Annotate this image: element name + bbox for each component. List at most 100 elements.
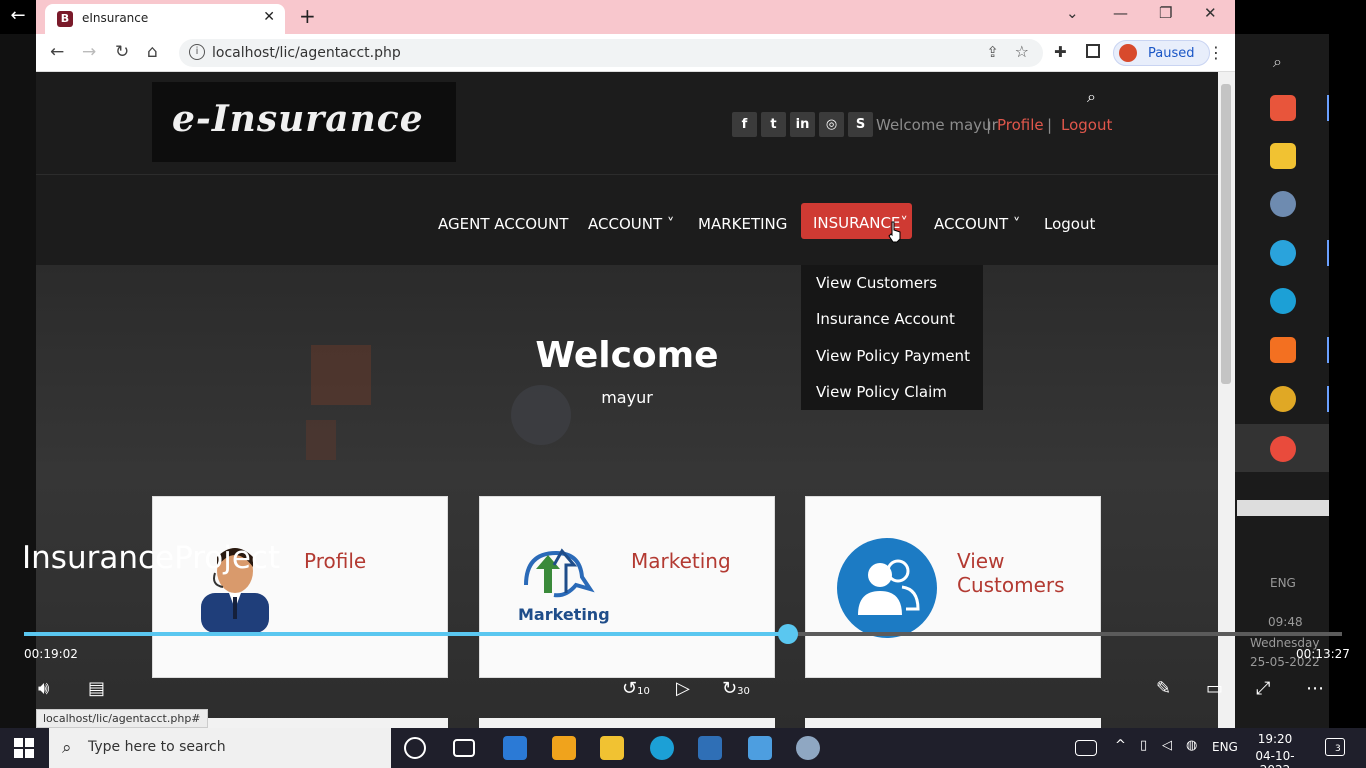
tab-close-icon[interactable]: ✕ xyxy=(263,9,275,25)
tray-chevron-icon[interactable]: ^ xyxy=(1115,738,1126,753)
card-title-marketing: Marketing xyxy=(631,549,731,573)
volume-icon[interactable]: 🔊︎ xyxy=(38,678,49,699)
seek-handle[interactable] xyxy=(778,624,798,644)
menu-item-insurance-account[interactable]: Insurance Account xyxy=(816,310,955,328)
tray-app-icon[interactable]: ▯ xyxy=(1140,738,1147,753)
reload-icon[interactable]: ↻ xyxy=(115,42,129,62)
nav-logout[interactable]: Logout xyxy=(1044,215,1095,233)
skip-forward-icon[interactable]: ↻30 xyxy=(722,678,750,699)
logout-link[interactable]: Logout xyxy=(1061,116,1112,134)
news-icon[interactable] xyxy=(1075,740,1097,756)
notification-count: 3 xyxy=(1335,744,1341,754)
nav-agent-account[interactable]: AGENT ACCOUNT xyxy=(438,215,568,233)
tab-favicon-icon: B xyxy=(57,11,73,27)
card-title-view-customers: View Customers xyxy=(957,549,1065,597)
window-close-icon[interactable]: ✕ xyxy=(1204,4,1217,22)
profile-card[interactable]: Profile xyxy=(152,496,448,678)
side-search-icon[interactable]: ⌕ xyxy=(1273,52,1282,72)
back-icon[interactable]: ← xyxy=(50,42,64,62)
pen-icon[interactable]: ✎ xyxy=(1156,678,1171,699)
store-icon[interactable] xyxy=(552,736,576,760)
browser-menu-icon[interactable]: ⋮ xyxy=(1208,43,1224,62)
home-icon[interactable]: ⌂ xyxy=(147,42,158,62)
taskbar-lang[interactable]: ENG xyxy=(1212,740,1238,754)
insurance-dropdown-menu: View Customers Insurance Account View Po… xyxy=(801,265,983,410)
nav-account-dropdown-2[interactable]: ACCOUNT ˅ xyxy=(934,215,1020,233)
file-explorer-icon[interactable] xyxy=(600,736,624,760)
taskbar-search-box[interactable]: ⌕ Type here to search xyxy=(49,728,391,768)
xampp-icon[interactable] xyxy=(1270,337,1296,363)
new-tab-icon[interactable]: + xyxy=(299,4,316,28)
chrome-icon[interactable] xyxy=(1270,436,1296,462)
forward-icon[interactable]: → xyxy=(82,42,96,62)
nav-marketing[interactable]: MARKETING xyxy=(698,215,787,233)
nav-account-label-2: ACCOUNT xyxy=(934,215,1009,233)
nav-account-dropdown[interactable]: ACCOUNT ˅ xyxy=(588,215,674,233)
address-bar: ← → ↻ ⌂ i localhost/lic/agentacct.php ⇪ … xyxy=(36,34,1235,72)
side-panel-icon[interactable] xyxy=(1086,44,1100,58)
tab-strip: B eInsurance ✕ + ⌄ — ❐ ✕ xyxy=(36,0,1235,34)
site-info-icon[interactable]: i xyxy=(189,44,205,60)
mail-icon[interactable] xyxy=(503,736,527,760)
bookmark-star-icon[interactable]: ☆ xyxy=(1015,42,1029,61)
nav-account-label: ACCOUNT xyxy=(588,215,663,233)
tab-search-chevron-icon[interactable]: ⌄ xyxy=(1066,4,1079,22)
taskbar-time[interactable]: 19:20 xyxy=(1250,732,1300,746)
scrollbar-thumb[interactable] xyxy=(1221,84,1231,384)
taskbar-date[interactable]: 04-10-2022 xyxy=(1243,749,1307,768)
folder-icon[interactable] xyxy=(1270,143,1296,169)
app-icon-hs[interactable] xyxy=(1270,386,1296,412)
linkedin-icon[interactable]: in xyxy=(790,112,815,137)
more-options-icon[interactable]: ⋯ xyxy=(1306,678,1324,699)
taskbar-search-placeholder: Type here to search xyxy=(88,739,226,755)
chevron-down-icon: ˅ xyxy=(662,215,675,233)
skip-back-icon[interactable]: ↺10 xyxy=(622,678,650,699)
volume-icon[interactable]: ◁ xyxy=(1162,738,1172,753)
menu-item-view-policy-payment[interactable]: View Policy Payment xyxy=(816,347,970,365)
outer-back-icon[interactable]: ← xyxy=(0,0,36,34)
page-scrollbar[interactable] xyxy=(1218,72,1235,728)
active-indicator xyxy=(1327,240,1329,266)
profile-link[interactable]: Profile xyxy=(997,116,1044,134)
share-icon[interactable]: ⇪ xyxy=(986,43,999,61)
extensions-puzzle-icon[interactable]: ✚ xyxy=(1054,43,1067,61)
task-view-icon[interactable] xyxy=(453,739,475,757)
hero-title: Welcome xyxy=(535,335,719,376)
notification-icon[interactable]: 3 xyxy=(1325,738,1345,756)
side-clock: 09:48 xyxy=(1268,615,1303,629)
twitter-icon[interactable]: t xyxy=(761,112,786,137)
edge-icon[interactable] xyxy=(650,736,674,760)
telegram-icon[interactable] xyxy=(1270,240,1296,266)
view-customers-card[interactable]: View Customers xyxy=(805,496,1101,678)
url-field[interactable]: i localhost/lic/agentacct.php ⇪ ☆ xyxy=(179,39,1043,67)
paint-icon[interactable] xyxy=(1270,191,1296,217)
facebook-icon[interactable]: f xyxy=(732,112,757,137)
captions-icon[interactable]: ▤ xyxy=(88,678,105,699)
edge-icon[interactable] xyxy=(1270,288,1296,314)
url-text: localhost/lic/agentacct.php xyxy=(212,45,401,61)
photos-icon[interactable] xyxy=(748,736,772,760)
dribbble-icon[interactable]: ◎ xyxy=(819,112,844,137)
cortana-icon[interactable] xyxy=(404,737,426,759)
menu-item-view-customers[interactable]: View Customers xyxy=(816,274,937,292)
windows-start-icon[interactable] xyxy=(14,738,34,758)
minimize-icon[interactable]: — xyxy=(1113,4,1128,22)
side-scrollbar[interactable] xyxy=(1237,500,1329,516)
search-icon[interactable]: ⌕ xyxy=(1087,87,1096,107)
main-nav: AGENT ACCOUNT ACCOUNT ˅ MARKETING INSURA… xyxy=(36,175,1218,265)
site-logo[interactable]: e-Insurance xyxy=(152,82,456,162)
play-icon[interactable]: ▷ xyxy=(676,678,690,699)
marketing-card[interactable]: Marketing Marketing xyxy=(479,496,775,678)
skype-icon[interactable]: S xyxy=(848,112,873,137)
tab-title: eInsurance xyxy=(82,11,149,25)
browser-tab[interactable]: B eInsurance ✕ xyxy=(45,4,285,34)
network-globe-icon[interactable]: ◍ xyxy=(1186,738,1197,753)
restore-icon[interactable]: ❐ xyxy=(1159,4,1172,22)
paint-icon[interactable] xyxy=(796,736,820,760)
profile-paused-button[interactable]: Paused xyxy=(1113,40,1210,66)
app-icon-1[interactable] xyxy=(1270,95,1296,121)
menu-item-view-policy-claim[interactable]: View Policy Claim xyxy=(816,383,947,401)
fullscreen-icon[interactable]: ⤢ xyxy=(1256,678,1270,699)
miniplayer-icon[interactable]: ▭ xyxy=(1206,678,1223,699)
media-player-icon[interactable] xyxy=(698,736,722,760)
